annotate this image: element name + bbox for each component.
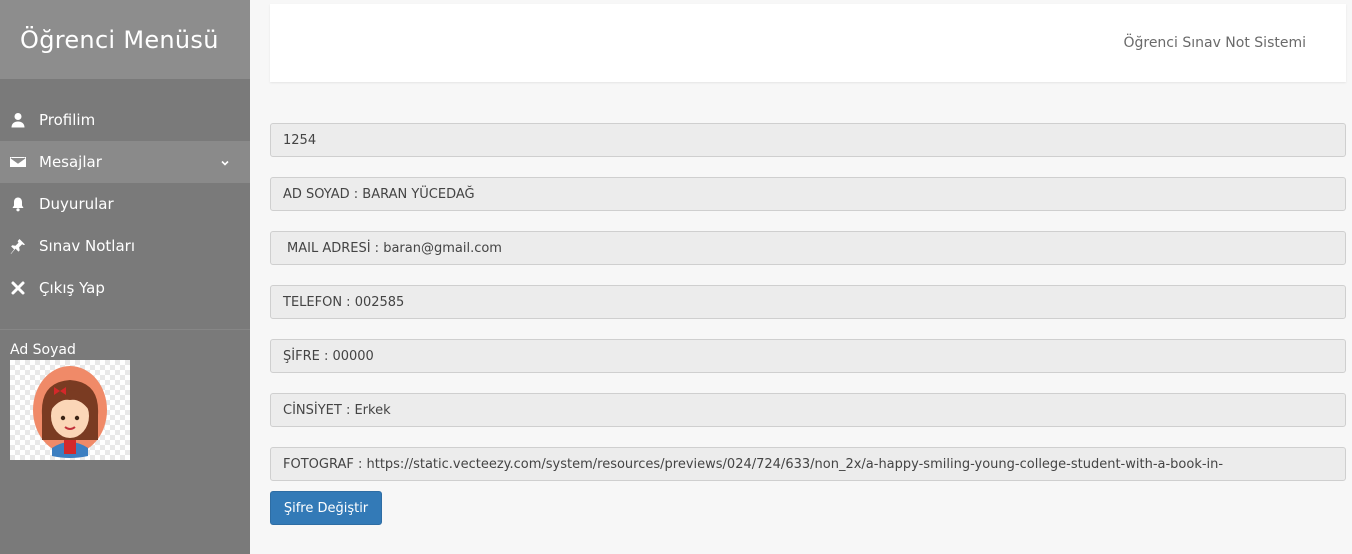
- gender-field[interactable]: CİNSİYET : Erkek: [270, 393, 1346, 427]
- sidebar-header: Öğrenci Menüsü: [0, 0, 250, 79]
- page-title: Öğrenci Sınav Not Sistemi: [1123, 35, 1306, 51]
- email-field[interactable]: MAIL ADRESİ : baran@gmail.com: [270, 231, 1346, 265]
- sidebar: Öğrenci Menüsü Profilim Mesajlar Duyurul…: [0, 0, 250, 554]
- sidebar-item-label: Çıkış Yap: [39, 279, 105, 297]
- avatar: [10, 360, 130, 460]
- sidebar-item-duyurular[interactable]: Duyurular: [0, 183, 250, 225]
- sidebar-item-mesajlar[interactable]: Mesajlar: [0, 141, 250, 183]
- profile-form: 1254 AD SOYAD : BARAN YÜCEDAĞ MAIL ADRES…: [270, 123, 1346, 501]
- sidebar-item-profilim[interactable]: Profilim: [0, 99, 250, 141]
- user-icon: [10, 112, 26, 128]
- sidebar-item-cikis-yap[interactable]: Çıkış Yap: [0, 267, 250, 309]
- sidebar-item-label: Sınav Notları: [39, 237, 136, 255]
- name-field[interactable]: AD SOYAD : BARAN YÜCEDAĞ: [270, 177, 1346, 211]
- student-number-field[interactable]: 1254: [270, 123, 1346, 157]
- sidebar-title: Öğrenci Menüsü: [20, 25, 219, 54]
- photo-url-field[interactable]: FOTOGRAF : https://static.vecteezy.com/s…: [270, 447, 1346, 481]
- password-field[interactable]: ŞİFRE : 00000: [270, 339, 1346, 373]
- close-icon: [10, 280, 26, 296]
- sidebar-item-label: Mesajlar: [39, 153, 102, 171]
- envelope-icon: [10, 154, 26, 170]
- sidebar-item-sinav-notlari[interactable]: Sınav Notları: [0, 225, 250, 267]
- sidebar-menu: Profilim Mesajlar Duyurular Sınav Notlar…: [0, 99, 250, 309]
- phone-field[interactable]: TELEFON : 002585: [270, 285, 1346, 319]
- sidebar-item-label: Duyurular: [39, 195, 114, 213]
- top-bar: Öğrenci Sınav Not Sistemi: [270, 4, 1346, 82]
- change-password-button[interactable]: Şifre Değiştir: [270, 491, 382, 525]
- bell-icon: [10, 196, 26, 212]
- chevron-down-icon[interactable]: [220, 154, 230, 166]
- pushpin-icon: [10, 238, 26, 254]
- profile-label: Ad Soyad: [10, 342, 76, 358]
- sidebar-item-label: Profilim: [39, 111, 96, 129]
